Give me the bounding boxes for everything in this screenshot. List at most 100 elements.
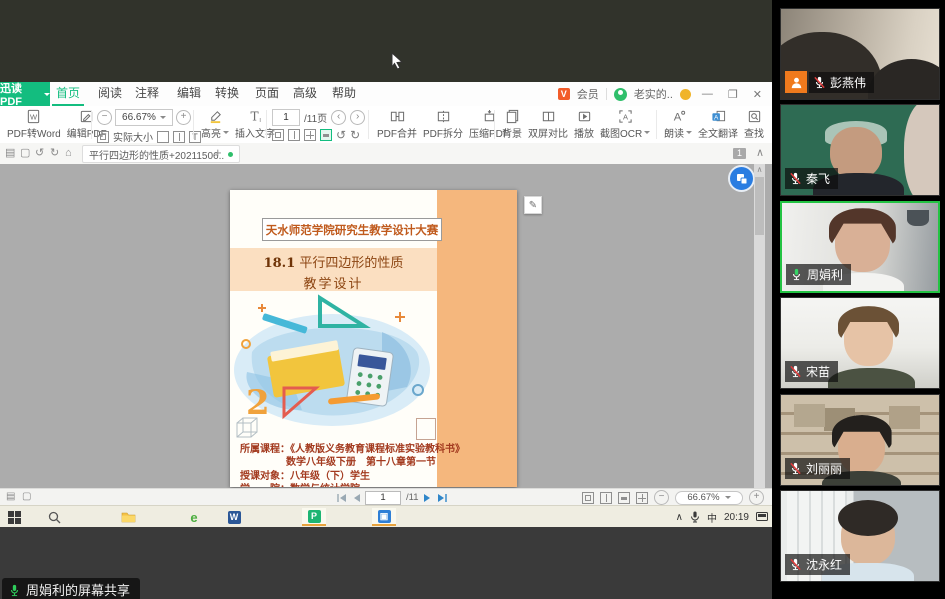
screenshot-ocr-button[interactable]: A 截图OCR bbox=[597, 106, 653, 143]
tray-mic-icon[interactable] bbox=[690, 511, 700, 523]
account-label[interactable]: 老实的.. bbox=[634, 86, 673, 102]
zoom-out-button[interactable]: − bbox=[97, 110, 112, 125]
next-page-button[interactable]: › bbox=[350, 110, 365, 125]
single-view-icon[interactable] bbox=[582, 492, 594, 504]
contest-title-box: 天水师范学院研究生教学设计大赛 bbox=[262, 218, 442, 241]
participant-tile[interactable]: 宋苗 bbox=[780, 297, 940, 389]
word-app-button[interactable]: W bbox=[222, 508, 246, 526]
merge-icon bbox=[390, 109, 405, 124]
two-page-view-icon[interactable] bbox=[288, 129, 300, 141]
floating-tool-button[interactable] bbox=[728, 165, 755, 192]
close-button[interactable]: ✕ bbox=[749, 88, 766, 101]
app-menu-button[interactable]: 迅读PDF bbox=[0, 82, 50, 106]
tab-page[interactable]: 页面 bbox=[251, 82, 283, 104]
translate-button[interactable]: A 全文翻译 bbox=[695, 106, 741, 143]
first-page-icon[interactable] bbox=[336, 493, 347, 503]
save-icon[interactable]: ▢ bbox=[20, 143, 30, 163]
rotate-right-icon[interactable]: ↻ bbox=[350, 129, 360, 141]
status-page-input[interactable]: 1 bbox=[365, 491, 401, 505]
taskbar-search-button[interactable] bbox=[42, 508, 66, 526]
scroll-up-arrow[interactable]: ∧ bbox=[754, 164, 765, 175]
word-icon: W bbox=[228, 511, 241, 524]
clock[interactable]: 20:19 bbox=[724, 512, 749, 523]
meeting-app-taskbar-button[interactable]: ▣ bbox=[372, 508, 396, 526]
start-button[interactable] bbox=[2, 508, 26, 526]
person-icon bbox=[790, 76, 803, 89]
zoom-out-button[interactable]: − bbox=[654, 490, 669, 505]
zoom-slider-chip[interactable]: 66.67% bbox=[675, 491, 743, 505]
tab-convert[interactable]: 转换 bbox=[211, 82, 243, 104]
participant-tile[interactable]: 沈永红 bbox=[780, 490, 940, 582]
participant-tile[interactable]: 秦飞 bbox=[780, 104, 940, 196]
pdf-app-taskbar-button[interactable]: P bbox=[302, 508, 326, 526]
participant-tile-speaking[interactable]: 周娟利 bbox=[780, 201, 940, 293]
redo-icon[interactable]: ↻ bbox=[50, 143, 59, 163]
chevron-down-icon bbox=[223, 131, 229, 134]
pdf-split-button[interactable]: PDF拆分 bbox=[420, 106, 466, 143]
panel-menu-icon[interactable]: ▤ bbox=[5, 143, 15, 163]
double-view-icon[interactable] bbox=[600, 492, 612, 504]
undo-icon[interactable]: ↺ bbox=[35, 143, 44, 163]
actual-size-icon[interactable] bbox=[97, 131, 109, 143]
actual-size-label[interactable]: 实际大小 bbox=[113, 129, 153, 144]
vertical-scrollbar[interactable]: ∧ bbox=[754, 164, 765, 488]
participant-tile[interactable]: 彭燕伟 bbox=[780, 8, 940, 100]
tab-annotate[interactable]: 注释 bbox=[131, 82, 163, 104]
mic-active-icon bbox=[790, 268, 803, 281]
restore-button[interactable]: ❐ bbox=[724, 88, 742, 101]
play-button[interactable]: 播放 bbox=[571, 106, 597, 143]
zoom-level-select[interactable]: 66.67% bbox=[115, 109, 173, 126]
rotate-left-icon[interactable]: ↺ bbox=[336, 129, 346, 141]
scrollbar-thumb[interactable] bbox=[755, 177, 764, 235]
chevron-down-icon bbox=[644, 131, 650, 134]
tab-edit[interactable]: 编辑 bbox=[173, 82, 205, 104]
participant-tile[interactable]: 刘丽丽 bbox=[780, 394, 940, 486]
pdf-to-word-button[interactable]: W PDF转Word bbox=[4, 106, 64, 143]
four-page-view-icon[interactable] bbox=[304, 129, 316, 141]
next-page-icon[interactable] bbox=[424, 493, 432, 503]
background-button[interactable]: 背景 bbox=[499, 106, 525, 143]
quick-access-bar: ▤ ▢ ↺ ↻ ⌂ 平行四边形的性质+20211506.. + 1 ∧ bbox=[0, 143, 772, 165]
tab-advanced[interactable]: 高级 bbox=[289, 82, 321, 104]
account-avatar[interactable] bbox=[614, 88, 627, 101]
home-icon[interactable]: ⌂ bbox=[65, 143, 72, 163]
vip-label[interactable]: 会员 bbox=[577, 86, 599, 102]
meeting-app-icon: ▣ bbox=[378, 510, 391, 523]
pdf-page[interactable]: 天水师范学院研究生教学设计大赛 18.1 平行四边形的性质 教学设计 bbox=[230, 190, 517, 487]
sidebar-toggle-icon[interactable]: ▤ bbox=[6, 489, 15, 505]
continuous-view-icon[interactable] bbox=[618, 492, 630, 504]
document-canvas[interactable]: 天水师范学院研究生教学设计大赛 18.1 平行四边形的性质 教学设计 bbox=[0, 164, 772, 488]
browser-button[interactable]: e bbox=[182, 508, 206, 526]
tray-expand-icon[interactable]: ∧ bbox=[676, 512, 683, 523]
tab-read[interactable]: 阅读 bbox=[94, 82, 126, 104]
read-aloud-button[interactable]: A 朗读 bbox=[661, 106, 695, 143]
grid-view-icon[interactable] bbox=[636, 492, 648, 504]
ime-indicator[interactable]: 中 bbox=[707, 510, 717, 525]
tab-help[interactable]: 帮助 bbox=[328, 82, 360, 104]
page-number-input[interactable]: 1 bbox=[272, 109, 300, 126]
find-button[interactable]: 查找 bbox=[741, 106, 767, 143]
single-page-view-icon[interactable] bbox=[272, 129, 284, 141]
minimize-button[interactable]: — bbox=[698, 88, 717, 100]
annotate-pencil-button[interactable]: ✎ bbox=[524, 196, 542, 214]
fit-width-icon[interactable] bbox=[157, 131, 169, 143]
thumbnail-panel-icon[interactable]: ▢ bbox=[22, 489, 31, 505]
collapse-toolbar-icon[interactable]: ∧ bbox=[756, 143, 764, 163]
participant-nameplate: 刘丽丽 bbox=[785, 458, 850, 479]
pdf-merge-button[interactable]: PDF合并 bbox=[374, 106, 420, 143]
screen-share-banner: 周娟利的屏幕共享 bbox=[2, 578, 140, 599]
tab-home[interactable]: 首页 bbox=[52, 82, 84, 106]
notification-icon[interactable] bbox=[756, 512, 768, 523]
highlight-button[interactable]: 高亮 bbox=[198, 106, 232, 143]
fit-page-icon[interactable] bbox=[173, 131, 185, 143]
dual-screen-compare-button[interactable]: 双屏对比 bbox=[525, 106, 571, 143]
file-explorer-button[interactable] bbox=[116, 508, 140, 526]
zoom-in-button[interactable]: + bbox=[176, 110, 191, 125]
new-tab-button[interactable]: + bbox=[214, 143, 222, 163]
math-illustration: 2 bbox=[232, 292, 437, 442]
prev-page-button[interactable]: ‹ bbox=[331, 110, 346, 125]
continuous-view-icon[interactable] bbox=[320, 129, 332, 141]
last-page-icon[interactable] bbox=[437, 493, 448, 503]
prev-page-icon[interactable] bbox=[352, 493, 360, 503]
zoom-in-button[interactable]: + bbox=[749, 490, 764, 505]
